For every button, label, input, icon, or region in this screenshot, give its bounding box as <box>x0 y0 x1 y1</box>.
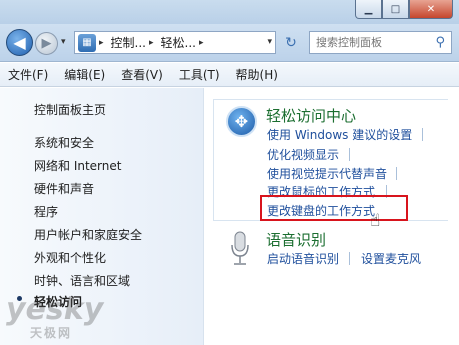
menu-help[interactable]: 帮助(H) <box>236 66 278 83</box>
breadcrumb-separator-icon[interactable]: ▸ <box>199 38 204 48</box>
sidebar-item-hardware-sound[interactable]: 硬件和声音 <box>34 180 94 197</box>
breadcrumb-separator-icon[interactable]: ▸ <box>99 38 104 48</box>
link-recommended-settings[interactable]: 使用 Windows 建议的设置 <box>267 126 412 143</box>
sidebar-item-system-security[interactable]: 系统和安全 <box>34 134 94 151</box>
ease-of-access-title[interactable]: 轻松访问中心 <box>266 105 356 126</box>
search-icon[interactable]: ⚲ <box>435 35 445 50</box>
menu-tools[interactable]: 工具(T) <box>179 66 220 83</box>
title-bar: ▁ □ ✕ <box>0 0 459 24</box>
link-optimize-display[interactable]: 优化视频显示 <box>267 146 339 163</box>
menu-bar: 文件(F) 编辑(E) 查看(V) 工具(T) 帮助(H) <box>0 63 459 87</box>
navigation-bar: ◀ ▶ ▾ ▦ ▸ 控制... ▸ 轻松... ▸ ▾ ↻ ⚲ <box>0 24 459 62</box>
sidebar-item-programs[interactable]: 程序 <box>34 203 58 220</box>
breadcrumb-ease-of-access[interactable]: 轻松... <box>161 34 196 51</box>
refresh-icon[interactable]: ↻ <box>281 33 301 53</box>
microphone-icon <box>231 231 249 265</box>
watermark-site: 天极网 <box>30 326 73 340</box>
control-panel-icon: ▦ <box>78 33 96 52</box>
menu-file[interactable]: 文件(F) <box>8 66 48 83</box>
search-input[interactable] <box>316 36 426 49</box>
link-divider <box>422 128 423 141</box>
link-divider <box>396 167 397 180</box>
recent-pages-dropdown-icon[interactable]: ▾ <box>61 37 66 47</box>
link-divider <box>349 148 350 161</box>
sidebar-item-user-accounts[interactable]: 用户帐户和家庭安全 <box>34 226 142 243</box>
speech-recognition-title[interactable]: 语音识别 <box>266 229 326 250</box>
back-button[interactable]: ◀ <box>6 29 33 56</box>
window-controls: ▁ □ ✕ <box>355 0 453 20</box>
minimize-button[interactable]: ▁ <box>355 0 382 19</box>
sidebar-item-appearance[interactable]: 外观和个性化 <box>34 249 106 266</box>
ease-of-access-icon: ✥ <box>226 106 257 137</box>
menu-view[interactable]: 查看(V) <box>121 66 163 83</box>
forward-button[interactable]: ▶ <box>35 32 58 55</box>
breadcrumb-control-panel[interactable]: 控制... <box>111 34 146 51</box>
sidebar-item-clock-region[interactable]: 时钟、语言和区域 <box>34 272 130 289</box>
sidebar-item-home[interactable]: 控制面板主页 <box>34 101 106 118</box>
address-bar[interactable]: ▦ ▸ 控制... ▸ 轻松... ▸ ▾ <box>74 31 276 54</box>
watermark-bottom: yesky 天极网 <box>6 292 116 342</box>
breadcrumb-separator-icon[interactable]: ▸ <box>149 38 154 48</box>
menu-edit[interactable]: 编辑(E) <box>64 66 105 83</box>
sidebar-item-network[interactable]: 网络和 Internet <box>34 157 121 174</box>
highlight-box <box>260 195 408 221</box>
close-button[interactable]: ✕ <box>409 0 453 19</box>
link-visual-cues[interactable]: 使用视觉提示代替声音 <box>267 165 387 182</box>
link-start-speech[interactable]: 启动语音识别 <box>267 250 339 267</box>
maximize-button[interactable]: □ <box>382 0 409 19</box>
link-setup-microphone[interactable]: 设置麦克风 <box>361 250 421 267</box>
hand-cursor-icon: ☝ <box>370 211 381 231</box>
search-box[interactable]: ⚲ <box>309 31 452 54</box>
address-dropdown-icon[interactable]: ▾ <box>267 37 272 47</box>
link-divider <box>349 252 350 265</box>
watermark-logo-bottom: yesky <box>6 292 104 327</box>
